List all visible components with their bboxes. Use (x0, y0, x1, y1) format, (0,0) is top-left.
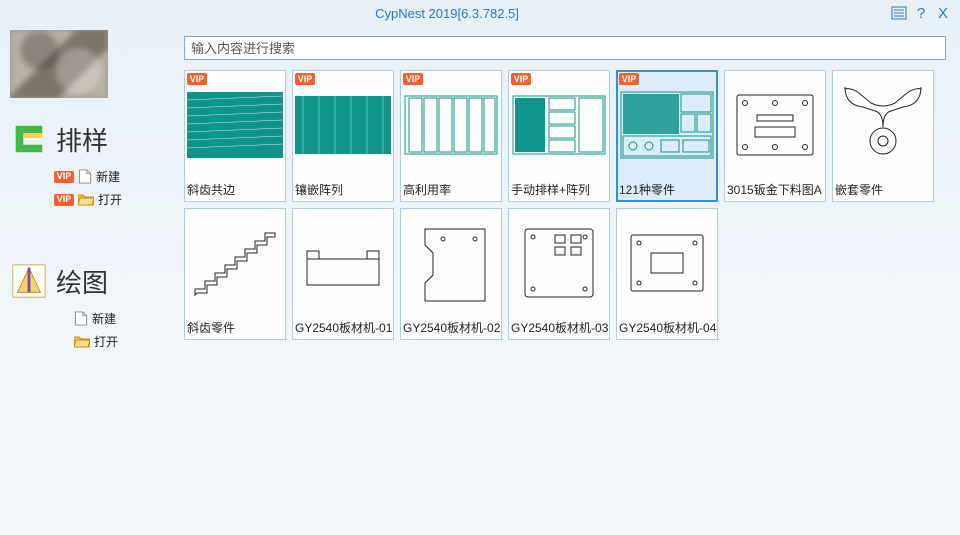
vip-badge: VIP (619, 73, 639, 85)
action-label: 打开 (98, 191, 122, 208)
title-bar: CypNest 2019[6.3.782.5] ? X (0, 0, 960, 26)
template-thumbnail (833, 71, 933, 179)
template-caption: 嵌套零件 (833, 179, 933, 201)
template-caption: 手动排样+阵列 (509, 179, 609, 201)
draw-new-action[interactable]: 新建 (10, 308, 170, 329)
template-tile[interactable]: VIP 镶嵌阵列 (292, 70, 394, 202)
template-tile[interactable]: GY2540板材机-03 (508, 208, 610, 340)
template-caption: 高利用率 (401, 179, 501, 201)
template-caption: 121种零件 (617, 179, 717, 201)
template-tile[interactable]: 3015钣金下料图A (724, 70, 826, 202)
nest-open-action[interactable]: VIP 打开 (10, 189, 170, 210)
help-icon[interactable]: ? (910, 3, 932, 23)
avatar[interactable] (10, 30, 108, 98)
vip-badge: VIP (511, 73, 531, 85)
draw-open-action[interactable]: 打开 (10, 331, 170, 352)
template-caption: 斜齿零件 (185, 317, 285, 339)
template-tile[interactable]: GY2540板材机-04 (616, 208, 718, 340)
draw-section-header: 绘图 (10, 262, 170, 300)
template-tile[interactable]: VIP 高利用率 (400, 70, 502, 202)
vip-badge: VIP (403, 73, 423, 85)
template-caption: GY2540板材机-04 (617, 317, 717, 339)
main: VIP 斜齿共边 VIP 镶嵌阵列 VIP 高利用率 VIP 手动排样+阵列 VIP 12… (180, 26, 960, 535)
template-caption: GY2540板材机-03 (509, 317, 609, 339)
file-new-icon (78, 169, 92, 184)
template-thumbnail (401, 209, 501, 317)
template-caption: 3015钣金下料图A (725, 179, 825, 201)
template-thumbnail (509, 209, 609, 317)
template-thumbnail (185, 71, 285, 179)
template-tile[interactable]: VIP 斜齿共边 (184, 70, 286, 202)
action-label: 新建 (92, 310, 116, 327)
template-caption: GY2540板材机-01 (293, 317, 393, 339)
vip-badge: VIP (295, 73, 315, 85)
template-tile[interactable]: 斜齿零件 (184, 208, 286, 340)
template-thumbnail (617, 71, 717, 179)
nest-section-header: 排样 (10, 120, 170, 158)
template-grid: VIP 斜齿共边 VIP 镶嵌阵列 VIP 高利用率 VIP 手动排样+阵列 VIP 12… (184, 70, 946, 340)
search-input[interactable] (184, 36, 946, 60)
template-tile[interactable]: 嵌套零件 (832, 70, 934, 202)
nest-logo-icon (10, 120, 48, 158)
close-icon[interactable]: X (932, 3, 954, 23)
vip-badge: VIP (54, 194, 74, 206)
sidebar: 排样 VIP 新建 VIP 打开 绘图 新建 打开 (0, 26, 180, 535)
template-caption: GY2540板材机-02 (401, 317, 501, 339)
template-caption: 斜齿共边 (185, 179, 285, 201)
folder-open-icon (74, 335, 90, 348)
nest-title: 排样 (56, 121, 108, 158)
vip-badge: VIP (187, 73, 207, 85)
action-label: 新建 (96, 168, 120, 185)
template-thumbnail (185, 209, 285, 317)
draw-title: 绘图 (56, 263, 108, 300)
vip-badge: VIP (54, 171, 74, 183)
folder-open-icon (78, 193, 94, 206)
action-label: 打开 (94, 333, 118, 350)
template-thumbnail (401, 71, 501, 179)
template-tile[interactable]: VIP 121种零件 (616, 70, 718, 202)
template-caption: 镶嵌阵列 (293, 179, 393, 201)
template-thumbnail (293, 71, 393, 179)
template-tile[interactable]: GY2540板材机-01 (292, 208, 394, 340)
file-new-icon (74, 311, 88, 326)
menu-icon[interactable] (888, 3, 910, 23)
template-thumbnail (293, 209, 393, 317)
template-tile[interactable]: GY2540板材机-02 (400, 208, 502, 340)
template-tile[interactable]: VIP 手动排样+阵列 (508, 70, 610, 202)
window-title: CypNest 2019[6.3.782.5] (6, 6, 888, 21)
template-thumbnail (509, 71, 609, 179)
draw-logo-icon (10, 262, 48, 300)
template-thumbnail (725, 71, 825, 179)
template-thumbnail (617, 209, 717, 317)
nest-new-action[interactable]: VIP 新建 (10, 166, 170, 187)
